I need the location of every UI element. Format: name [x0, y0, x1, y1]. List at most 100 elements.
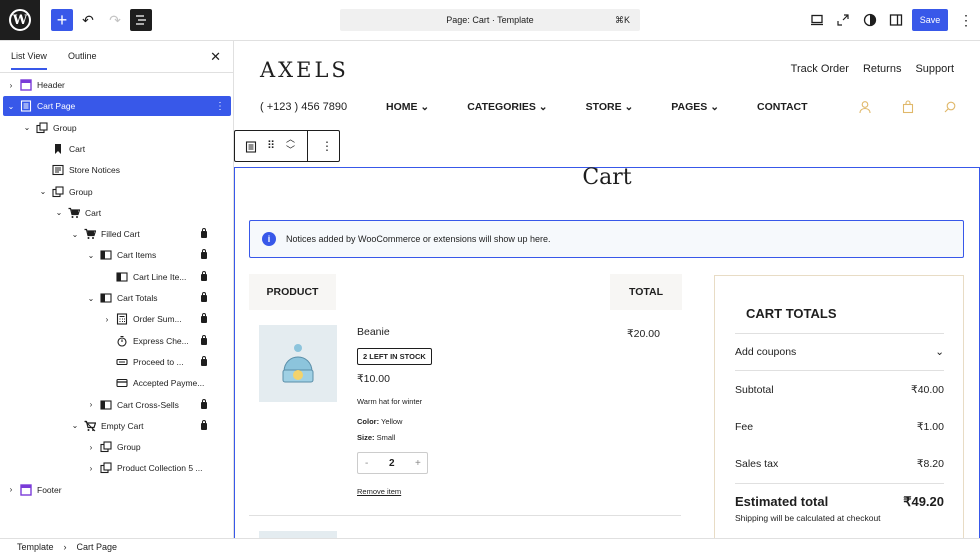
close-icon[interactable]: ✕	[210, 49, 221, 65]
chevron-down-icon[interactable]: ⌄	[70, 230, 80, 239]
kebab-vertical-icon: ⋮	[959, 11, 973, 28]
link-support[interactable]: Support	[915, 63, 954, 75]
quantity-value[interactable]: 2	[389, 458, 395, 469]
tree-item-label: Empty Cart	[101, 420, 144, 431]
post-content-icon[interactable]	[245, 141, 257, 153]
redo-button[interactable]: ↷	[104, 9, 126, 31]
tree-item-label: Footer	[37, 484, 62, 495]
tree-item[interactable]: › Footer	[3, 480, 231, 500]
template-part-icon	[20, 483, 32, 496]
nav-pages[interactable]: PAGES ⌄	[671, 101, 719, 113]
breadcrumb-template[interactable]: Template	[17, 542, 54, 552]
nav-home[interactable]: HOME ⌄	[386, 101, 429, 113]
quantity-plus-button[interactable]: +	[415, 458, 421, 469]
shopping-bag-icon[interactable]	[901, 100, 915, 114]
tree-item[interactable]: › Product Collection 5 ...	[3, 458, 231, 478]
breadcrumb-cart-page[interactable]: Cart Page	[77, 542, 118, 552]
drag-handle-icon[interactable]: ⠿	[267, 139, 275, 152]
tree-item[interactable]: Cart	[3, 139, 231, 159]
site-logo[interactable]: AXELS	[260, 58, 349, 82]
more-options-icon[interactable]: ⋮	[321, 139, 333, 153]
fee-row: Fee ₹1.00	[735, 421, 944, 433]
tree-item[interactable]: Proceed to ...	[3, 352, 231, 372]
chevron-down-icon[interactable]: ⌄	[54, 208, 64, 217]
cart-totals-title: CART TOTALS	[746, 306, 837, 321]
half-circle-icon	[863, 13, 877, 27]
tree-item[interactable]: › Cart Cross-Sells	[3, 395, 231, 415]
tree-item[interactable]: ⌄ Cart Page ⋮	[3, 96, 231, 117]
tree-item[interactable]: ⌄ Cart Items	[3, 245, 231, 265]
tree-item[interactable]: › Order Sum...	[3, 309, 231, 329]
chevron-right-icon[interactable]: ›	[86, 400, 96, 409]
subtotal-label: Subtotal	[735, 384, 774, 396]
settings-sidebar-button[interactable]	[887, 11, 905, 29]
search-icon[interactable]	[943, 100, 957, 114]
stock-badge: 2 LEFT IN STOCK	[357, 348, 432, 365]
column-header-total: TOTAL	[610, 274, 682, 310]
chevron-right-icon[interactable]: ›	[102, 315, 112, 324]
line-total: ₹20.00	[627, 328, 660, 340]
move-up-down-icon[interactable]: ︿ ﹀	[286, 134, 295, 156]
view-page-button[interactable]	[834, 11, 852, 29]
nav-store[interactable]: STORE ⌄	[586, 101, 634, 113]
list-view-sidebar: List View Outline ✕ › Header ⌄ Cart Page ⋮ ⌄ G…	[0, 41, 234, 538]
tree-item[interactable]: Store Notices	[3, 160, 231, 180]
options-menu-button[interactable]: ⋮	[956, 9, 976, 31]
main-navigation: HOME ⌄ CATEGORIES ⌄ STORE ⌄ PAGES ⌄ CONT…	[386, 101, 846, 113]
document-overview-button[interactable]	[130, 9, 152, 31]
chevron-right-icon[interactable]: ›	[6, 485, 16, 494]
tree-item[interactable]: › Header	[3, 75, 231, 95]
estimated-total-label: Estimated total	[735, 494, 829, 509]
column-header-product: PRODUCT	[249, 274, 336, 310]
styles-button[interactable]	[861, 11, 879, 29]
chevron-down-icon[interactable]: ⌄	[86, 251, 96, 260]
tree-item[interactable]: ⌄ Empty Cart	[3, 416, 231, 436]
nav-categories[interactable]: CATEGORIES ⌄	[467, 101, 547, 113]
calculator-icon	[116, 313, 128, 325]
tree-item[interactable]: Accepted Payme...	[3, 373, 231, 393]
group-icon	[36, 122, 48, 134]
chevron-down-icon[interactable]: ⌄	[22, 123, 32, 132]
tree-item[interactable]: ⌄ Cart Totals	[3, 288, 231, 308]
kebab-vertical-icon[interactable]: ⋮	[215, 101, 225, 112]
tab-list-view[interactable]: List View	[11, 51, 47, 70]
remove-item-link[interactable]: Remove item	[357, 487, 401, 496]
shipping-note: Shipping will be calculated at checkout	[735, 513, 881, 523]
chevron-right-icon[interactable]: ›	[86, 443, 96, 452]
device-preview-button[interactable]	[808, 11, 826, 29]
chevron-down-icon[interactable]: ⌄	[6, 102, 16, 111]
tree-item[interactable]: Express Che...	[3, 331, 231, 351]
external-link-icon	[837, 14, 849, 26]
wordpress-icon: W	[9, 9, 31, 31]
block-inserter-button[interactable]: +	[51, 9, 73, 31]
wordpress-logo-button[interactable]: W	[0, 0, 40, 40]
nav-contact[interactable]: CONTACT	[757, 101, 808, 113]
account-icon[interactable]	[858, 100, 872, 114]
tree-item[interactable]: ⌄ Group	[3, 118, 231, 138]
tree-item[interactable]: ⌄ Cart	[3, 203, 231, 223]
save-button[interactable]: Save	[912, 9, 948, 31]
link-returns[interactable]: Returns	[863, 63, 902, 75]
chevron-down-icon[interactable]: ⌄	[70, 421, 80, 430]
quantity-minus-button[interactable]: -	[365, 458, 368, 469]
fee-label: Fee	[735, 421, 754, 433]
command-palette-bar[interactable]: Page: Cart · Template ⌘K	[340, 9, 640, 31]
chevron-right-icon[interactable]: ›	[6, 81, 16, 90]
tree-item[interactable]: › Group	[3, 437, 231, 457]
tree-item[interactable]: Cart Line Ite...	[3, 267, 231, 287]
lock-icon	[201, 249, 207, 260]
undo-button[interactable]: ↶	[77, 9, 99, 31]
product-name[interactable]: Beanie	[357, 326, 390, 338]
add-coupons-toggle[interactable]: Add coupons ⌄	[735, 346, 944, 358]
chevron-down-icon[interactable]: ⌄	[86, 294, 96, 303]
link-track-order[interactable]: Track Order	[791, 63, 849, 75]
tree-item[interactable]: ⌄ Group	[3, 182, 231, 202]
product-image[interactable]	[259, 325, 337, 402]
chevron-down-icon[interactable]: ⌄	[38, 187, 48, 196]
tree-item-label: Cart Page	[37, 101, 76, 112]
chevron-right-icon[interactable]: ›	[86, 464, 96, 473]
tree-item-label: Header	[37, 80, 65, 90]
tree-item[interactable]: ⌄ Filled Cart	[3, 224, 231, 244]
tab-outline[interactable]: Outline	[68, 51, 97, 61]
store-notice: i Notices added by WooCommerce or extens…	[249, 220, 964, 258]
